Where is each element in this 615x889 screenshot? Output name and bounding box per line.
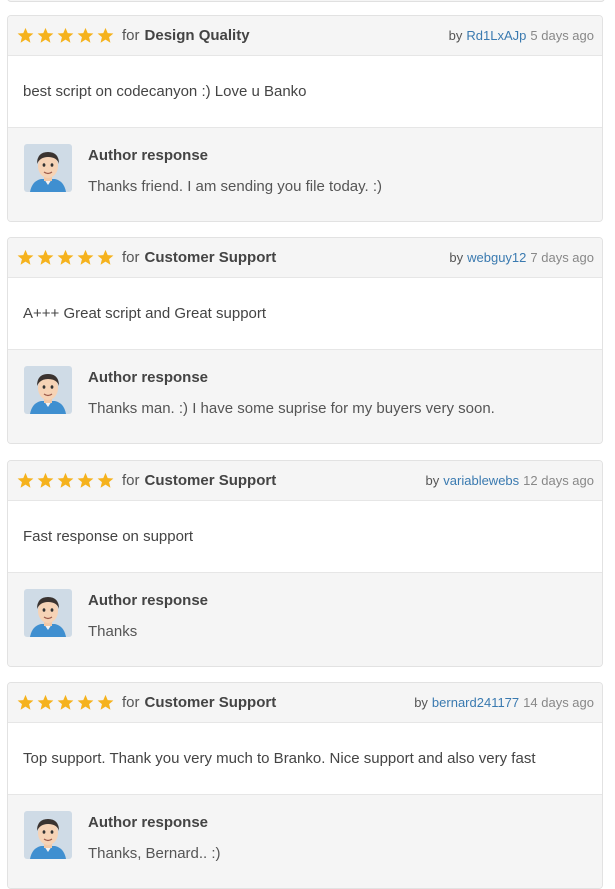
review-card: for Customer Support by webguy12 7 days ag… [7, 237, 603, 444]
author-response-text: Thanks friend. I am sending you file tod… [88, 178, 383, 195]
review-category: Design Quality [144, 27, 250, 44]
for-label: for [122, 249, 140, 266]
author-response: Author response Thanks man. :) I have so… [8, 350, 602, 443]
star-icon [77, 694, 94, 710]
review-text: A+++ Great script and Great support [8, 278, 602, 350]
star-icon [37, 249, 54, 265]
star-icon [37, 472, 54, 488]
author-response-title: Author response [88, 592, 209, 609]
by-label: by [448, 28, 463, 43]
author-response: Author response Thanks friend. I am send… [8, 128, 602, 221]
author-response-text: Thanks man. :) I have some suprise for m… [88, 400, 495, 417]
author-response-title: Author response [88, 147, 209, 164]
rating-stars [17, 27, 114, 44]
for-label: for [122, 472, 140, 489]
review-text: best script on codecanyon :) Love u Bank… [8, 56, 602, 128]
star-icon [57, 27, 74, 43]
reviewer-link[interactable]: webguy12 [467, 250, 526, 265]
author-response-title: Author response [88, 369, 209, 386]
for-label: for [122, 27, 140, 44]
review-header: for Customer Support by variablewebs 12 da… [8, 461, 602, 501]
by-label: by [449, 250, 464, 265]
review-meta: by Rd1LxAJp 5 days ago [449, 28, 594, 43]
review-header: for Design Quality by Rd1LxAJp 5 days ago [8, 16, 602, 56]
star-icon [77, 472, 94, 488]
author-avatar [24, 144, 72, 192]
review-card: for Customer Support by bernard241177 14 d… [7, 682, 603, 889]
rating-stars [17, 249, 114, 266]
author-avatar [24, 366, 72, 414]
star-icon [57, 472, 74, 488]
author-response-text: Thanks, Bernard.. :) [88, 845, 221, 862]
author-response: Author response Thanks, Bernard.. :) [8, 795, 602, 888]
review-category: Customer Support [144, 694, 277, 711]
review-age: 7 days ago [530, 250, 594, 265]
rating-stars [17, 694, 114, 711]
review-category: Customer Support [144, 249, 277, 266]
star-icon [17, 472, 34, 488]
star-icon [37, 27, 54, 43]
review-card: for Customer Support by variablewebs 12 da… [7, 460, 603, 667]
star-icon [97, 694, 114, 710]
star-icon [17, 694, 34, 710]
star-icon [37, 694, 54, 710]
star-icon [17, 27, 34, 43]
star-icon [57, 694, 74, 710]
review-text: Fast response on support [8, 501, 602, 573]
review-header: for Customer Support by bernard241177 14 d… [8, 683, 602, 723]
author-avatar [24, 589, 72, 637]
review-header: for Customer Support by webguy12 7 days ag… [8, 238, 602, 278]
previous-review-edge [7, 0, 605, 2]
reviewer-link[interactable]: variablewebs [443, 473, 519, 488]
review-category: Customer Support [144, 472, 277, 489]
star-icon [57, 249, 74, 265]
review-meta: by variablewebs 12 days ago [426, 473, 594, 488]
star-icon [77, 27, 94, 43]
star-icon [97, 27, 114, 43]
review-age: 5 days ago [530, 28, 594, 43]
author-response-title: Author response [88, 814, 209, 831]
review-age: 12 days ago [523, 473, 594, 488]
reviewer-link[interactable]: Rd1LxAJp [466, 28, 526, 43]
star-icon [97, 249, 114, 265]
review-meta: by webguy12 7 days ago [449, 250, 594, 265]
star-icon [17, 249, 34, 265]
by-label: by [425, 473, 440, 488]
review-meta: by bernard241177 14 days ago [414, 695, 594, 710]
review-text: Top support. Thank you very much to Bran… [8, 723, 602, 795]
review-card: for Design Quality by Rd1LxAJp 5 days ago … [7, 15, 603, 222]
review-age: 14 days ago [523, 695, 594, 710]
rating-stars [17, 472, 114, 489]
star-icon [77, 249, 94, 265]
for-label: for [122, 694, 140, 711]
reviewer-link[interactable]: bernard241177 [432, 695, 519, 710]
author-avatar [24, 811, 72, 859]
author-response-text: Thanks [88, 623, 138, 640]
by-label: by [414, 695, 428, 710]
star-icon [97, 472, 114, 488]
author-response: Author response Thanks [8, 573, 602, 666]
